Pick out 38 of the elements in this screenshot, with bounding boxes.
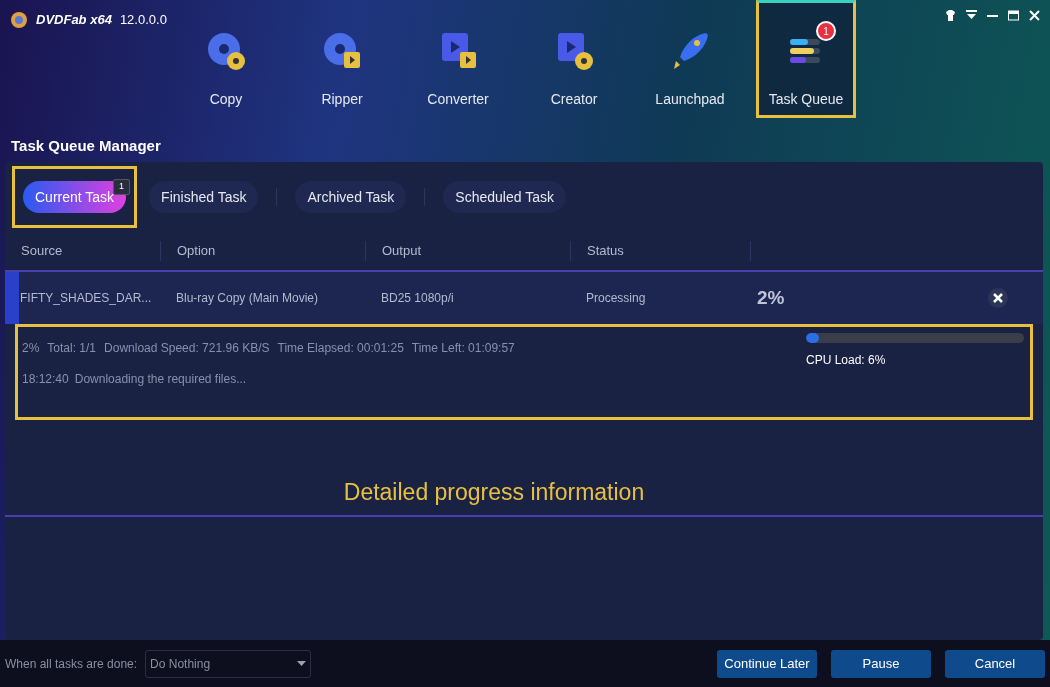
footer-label: When all tasks are done: xyxy=(5,655,138,673)
column-header: Source xyxy=(21,242,63,261)
log-text: Downloading the required files... xyxy=(74,371,247,388)
tab[interactable]: Scheduled Task xyxy=(443,181,566,213)
footer-button[interactable]: Cancel xyxy=(945,649,1045,678)
table-row[interactable]: FIFTY_SHADES_DAR... Blu-ray Copy (Main Movie) BD25 1080p/i Processing 2% xyxy=(5,272,1043,324)
action-dropdown[interactable]: Do Nothing xyxy=(145,649,312,678)
count-badge: 1 xyxy=(113,179,131,195)
notification-badge: 1 xyxy=(816,21,836,41)
table-cell: Processing xyxy=(586,291,646,305)
table-cell: Blu-ray Copy (Main Movie) xyxy=(176,291,319,305)
app-logo: DVDFab x64 xyxy=(36,11,112,29)
progress-detail: Download Speed: 721.96 KB/S xyxy=(104,340,270,357)
log-text: 18:12:40 xyxy=(22,371,69,388)
table-cell: FIFTY_SHADES_DAR... xyxy=(20,291,152,305)
progress-percent: 2% xyxy=(757,285,785,310)
column-header: Status xyxy=(587,242,624,261)
tab[interactable]: Finished Task xyxy=(149,181,259,213)
module-button[interactable]: Task Queue 1 xyxy=(756,0,856,118)
cpu-load-label: CPU Load: 6% xyxy=(806,352,887,369)
footer-button[interactable]: Pause xyxy=(831,649,931,678)
progress-detail: Time Left: 01:09:57 xyxy=(411,340,515,357)
progress-detail: 2% xyxy=(22,340,40,357)
table-cell: BD25 1080p/i xyxy=(381,291,454,305)
footer-button[interactable]: Continue Later xyxy=(717,649,817,678)
section-title: Task Queue Manager xyxy=(11,135,161,156)
tab[interactable]: Archived Task xyxy=(295,181,407,213)
module-button[interactable]: Copy xyxy=(176,0,276,118)
module-button[interactable]: Creator xyxy=(524,0,624,118)
module-button[interactable]: Converter xyxy=(408,0,508,118)
module-button[interactable]: Launchpad xyxy=(640,0,740,118)
column-header: Output xyxy=(382,242,422,261)
annotation-text: Detailed progress information xyxy=(343,477,645,507)
column-header: Option xyxy=(177,242,216,261)
progress-detail: Total: 1/1 xyxy=(47,340,97,357)
progress-detail: Time Elapsed: 00:01:25 xyxy=(277,340,404,357)
module-button[interactable]: Ripper xyxy=(292,0,392,118)
app-version: 12.0.0.0 xyxy=(119,11,167,29)
